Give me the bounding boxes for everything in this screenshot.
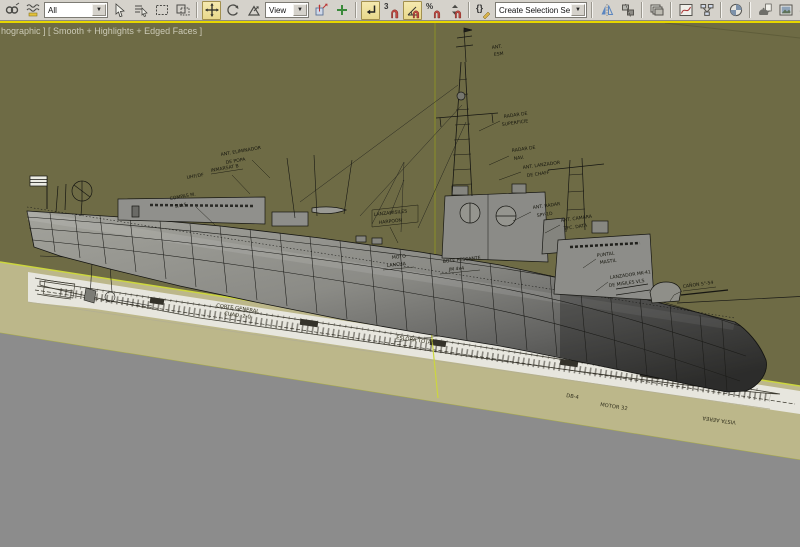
- scene-svg[interactable]: ANT.ESMRADAR DESUPERFICIERADAR DENAV.ANT…: [0, 23, 800, 547]
- snaps-toggle-3d[interactable]: 3: [382, 1, 401, 20]
- align-button[interactable]: [618, 1, 637, 20]
- select-and-manipulate-button[interactable]: [332, 1, 351, 20]
- ship-annotation-text: ANT. CAMARA: [560, 214, 593, 224]
- select-and-scale-button[interactable]: [244, 1, 263, 20]
- ship-annotation-text: ANT.: [491, 44, 502, 51]
- main-toolbar: All ▼ View ▼ 3 % {} Create Selection Se …: [0, 0, 800, 21]
- chevron-down-icon[interactable]: ▼: [92, 4, 106, 16]
- toolbar-separator: [749, 2, 751, 18]
- percent-snap-toggle[interactable]: %: [424, 1, 443, 20]
- named-selection-sets-dropdown[interactable]: Create Selection Se ▼: [495, 2, 587, 18]
- select-by-name-icon[interactable]: [131, 1, 150, 20]
- chevron-down-icon[interactable]: ▼: [571, 4, 585, 16]
- viewport-label[interactable]: hographic ] [ Smooth + Highlights + Edge…: [1, 26, 202, 36]
- ship-annotation-text: ANT. ELIMINADOR: [220, 145, 262, 158]
- window-crossing-icon[interactable]: [173, 1, 192, 20]
- ship-annotation-text: HARPOON: [379, 218, 403, 226]
- reference-line: [676, 296, 800, 304]
- viewport[interactable]: ANT. ESM RADAR DE SUPERFICIE RADAR DE NAV. ANT…: [0, 21, 800, 547]
- magnet-icon: [412, 10, 420, 18]
- rendered-frame-window-button[interactable]: [776, 1, 795, 20]
- ship-annotation-text: ESM: [493, 51, 504, 58]
- schematic-view-button[interactable]: [697, 1, 716, 20]
- toolbar-separator: [196, 2, 198, 18]
- coordinate-system-value: View: [269, 5, 287, 15]
- ship-annotation-text: CAÑON 5"-54: [682, 279, 714, 290]
- ship-annotation-text: UHF/DF: [186, 172, 204, 181]
- chevron-down-icon[interactable]: ▼: [293, 4, 307, 16]
- ship-annotation-text: DE CHAFF: [526, 170, 550, 179]
- reference-coordinate-system-dropdown[interactable]: View ▼: [265, 2, 309, 18]
- select-and-rotate-button[interactable]: [223, 1, 242, 20]
- material-editor-button[interactable]: [726, 1, 745, 20]
- angle-snap-toggle[interactable]: [403, 0, 422, 20]
- curve-editor-button[interactable]: [676, 1, 695, 20]
- magnet-icon: [433, 10, 441, 18]
- select-object-icon[interactable]: [110, 1, 129, 20]
- pencil-icon: [482, 11, 491, 19]
- snap-3d-label: 3: [384, 1, 389, 11]
- ship-annotation-text: INMARSAT B: [210, 163, 239, 174]
- 3dsmax-window: All ▼ View ▼ 3 % {} Create Selection Se …: [0, 0, 800, 547]
- use-pivot-point-center-button[interactable]: [311, 1, 330, 20]
- render-setup-button[interactable]: [755, 1, 774, 20]
- toolbar-separator: [468, 2, 470, 18]
- mirror-button[interactable]: [597, 1, 616, 20]
- ship-annotation-text: RADAR DE: [511, 145, 536, 154]
- bind-to-space-warp-icon[interactable]: [23, 1, 42, 20]
- magnet-icon: [391, 9, 399, 18]
- ship-annotation-text: NAV.: [513, 155, 524, 162]
- ship-annotation-text: RADAR DE: [503, 111, 528, 120]
- selection-filter-value: All: [48, 5, 57, 15]
- rectangular-selection-region-icon[interactable]: [152, 1, 171, 20]
- spinner-snap-toggle[interactable]: [445, 1, 464, 20]
- toolbar-separator: [641, 2, 643, 18]
- toolbar-separator: [355, 2, 357, 18]
- toolbar-separator: [591, 2, 593, 18]
- select-and-move-button[interactable]: [202, 0, 221, 20]
- ship-annotation-text: LANZAMISILES: [374, 209, 408, 218]
- edit-named-selection-sets-button[interactable]: {}: [474, 1, 493, 20]
- layer-manager-button[interactable]: [647, 1, 666, 20]
- named-selection-value: Create Selection Se: [499, 5, 571, 15]
- unlink-selection-icon[interactable]: [2, 1, 21, 20]
- selection-filter-dropdown[interactable]: All ▼: [44, 2, 108, 18]
- magnet-icon: [454, 10, 462, 18]
- toolbar-separator: [670, 2, 672, 18]
- keyboard-shortcut-override-toggle[interactable]: [361, 0, 380, 20]
- toolbar-separator: [720, 2, 722, 18]
